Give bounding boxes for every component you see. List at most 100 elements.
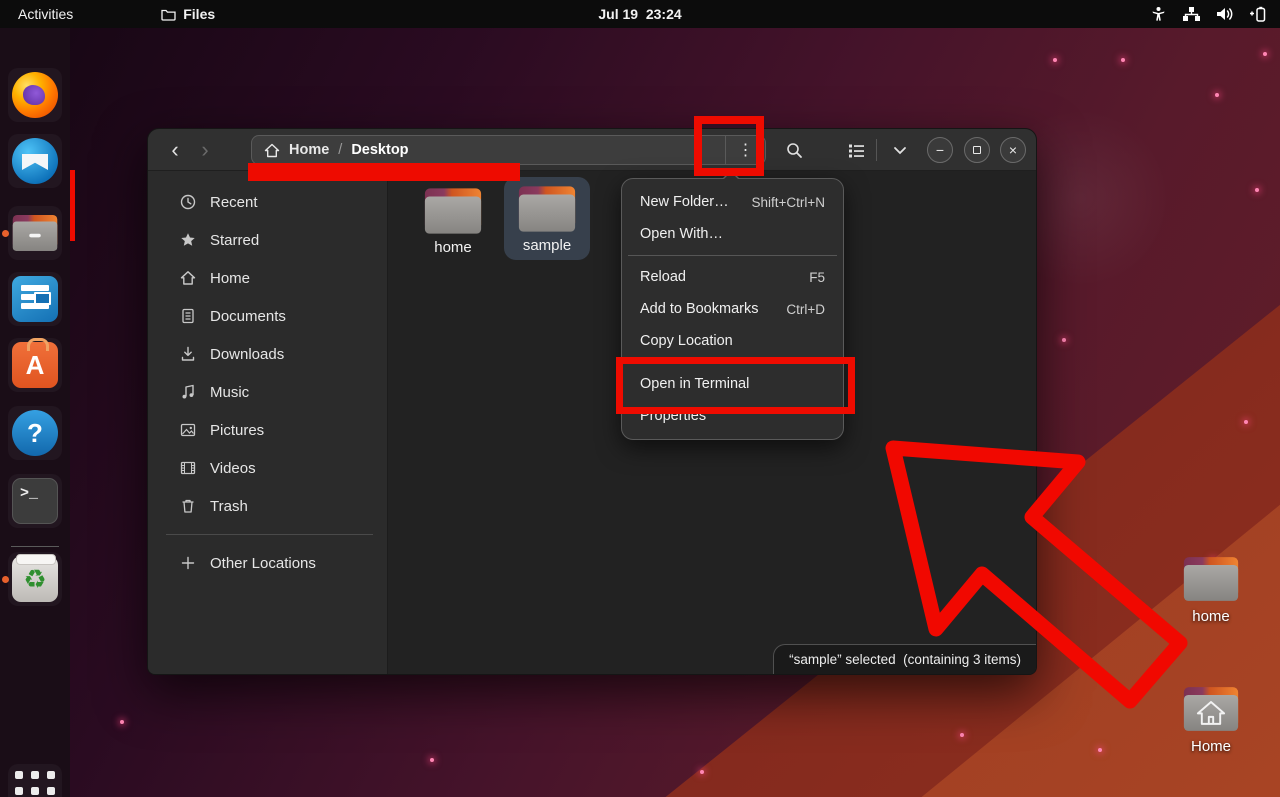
forward-button[interactable]: › [190,135,220,165]
terminal-icon: >_ [12,478,58,524]
dock-item-help[interactable]: ? [8,406,62,460]
menu-accel: Shift+Ctrl+N [751,195,825,210]
sidebar-label: Recent [210,194,258,211]
sidebar-item-recent[interactable]: Recent [154,183,381,221]
sidebar-item-other-locations[interactable]: Other Locations [154,544,381,582]
menu-label: New Folder… [640,194,729,210]
clock[interactable]: Jul 19 23:24 [598,0,681,28]
menu-label: Reload [640,269,686,285]
view-options-button[interactable] [884,134,916,166]
dock-item-firefox[interactable] [8,68,62,122]
search-icon [786,142,803,159]
menu-item-add-to-bookmarks[interactable]: Add to Bookmarks Ctrl+D [622,293,843,325]
wallpaper-star [1244,420,1248,424]
menu-item-reload[interactable]: Reload F5 [622,261,843,293]
wallpaper-star [1062,338,1066,342]
download-icon [180,346,196,362]
sidebar-label: Other Locations [210,555,316,572]
battery-icon [1249,6,1266,23]
ubuntu-desktop: Activities Files Jul 19 23:24 [0,0,1280,797]
chevron-down-icon [893,146,907,155]
close-button[interactable]: × [1000,137,1026,163]
wallpaper-star [1255,188,1259,192]
plus-icon [180,555,196,571]
menu-item-properties[interactable]: Properties [622,400,843,432]
help-icon: ? [12,410,58,456]
sidebar-item-videos[interactable]: Videos [154,449,381,487]
sidebar-label: Documents [210,308,286,325]
file-label: home [434,239,472,256]
home-folder-icon [1183,686,1239,732]
sidebar-item-home[interactable]: Home [154,259,381,297]
file-item-sample-selected[interactable]: sample [504,177,590,260]
menu-label: Properties [640,408,706,424]
folder-icon [1183,556,1239,602]
trash-icon [180,498,196,514]
sidebar-label: Home [210,270,250,287]
back-button[interactable]: ‹ [160,135,190,165]
sidebar-item-pictures[interactable]: Pictures [154,411,381,449]
folder-icon [424,187,482,235]
activities-label: Activities [18,6,73,22]
menu-label: Add to Bookmarks [640,301,758,317]
path-menu-button[interactable]: ⋮ [725,136,765,164]
menu-item-new-folder[interactable]: New Folder… Shift+Ctrl+N [622,186,843,218]
breadcrumb-home[interactable]: Home [289,142,329,158]
dock-item-app-grid[interactable] [8,764,62,797]
system-tray[interactable] [1144,0,1272,28]
document-icon [180,308,196,324]
wallpaper-star [1053,58,1057,62]
menu-label: Copy Location [640,333,733,349]
menu-separator [628,362,837,363]
music-icon [180,384,196,400]
menu-label: Open With… [640,226,723,242]
wallpaper-star [120,720,124,724]
sidebar-item-trash[interactable]: Trash [154,487,381,525]
dock-item-terminal[interactable]: >_ [8,474,62,528]
activities-button[interactable]: Activities [0,0,91,28]
thunderbird-icon [12,138,58,184]
gnome-top-bar: Activities Files Jul 19 23:24 [0,0,1280,28]
star-icon [180,232,196,248]
focused-app-menu[interactable]: Files [147,0,229,28]
minimize-button[interactable]: − [927,137,953,163]
wallpaper-star [1263,52,1267,56]
trash-dock-icon: ♻ [12,556,58,602]
sidebar-label: Music [210,384,249,401]
maximize-button[interactable] [964,137,990,163]
files-app-icon [161,8,176,21]
accessibility-icon [1150,6,1167,23]
maximize-icon [973,146,981,154]
sidebar-item-downloads[interactable]: Downloads [154,335,381,373]
list-view-icon [848,143,865,158]
desktop-icon-home-folder[interactable]: home [1181,556,1241,625]
search-button[interactable] [778,134,810,166]
sidebar-item-music[interactable]: Music [154,373,381,411]
sidebar-label: Downloads [210,346,284,363]
view-toggle-button[interactable] [840,134,872,166]
file-item-home[interactable]: home [410,179,496,262]
sidebar: Recent Starred Home [148,171,388,674]
files-icon [12,214,58,252]
menu-accel: Ctrl+D [786,302,825,317]
sidebar-label: Starred [210,232,259,249]
dock-item-files[interactable] [8,206,62,260]
sidebar-label: Pictures [210,422,264,439]
menu-accel: F5 [809,270,825,285]
dock-item-ubuntu-software[interactable]: A [8,338,62,392]
sidebar-item-starred[interactable]: Starred [154,221,381,259]
dock-item-trash[interactable]: ♻ [8,552,62,606]
dock: A ? >_ ♻ [0,28,70,797]
breadcrumb: Home / Desktop [252,142,725,158]
menu-item-open-in-terminal[interactable]: Open in Terminal [622,368,843,400]
menu-item-open-with[interactable]: Open With… [622,218,843,250]
dock-item-thunderbird[interactable] [8,134,62,188]
desktop-icon-Home-folder[interactable]: Home [1181,686,1241,755]
sidebar-item-documents[interactable]: Documents [154,297,381,335]
dock-item-libreoffice-writer[interactable] [8,272,62,326]
menu-item-copy-location[interactable]: Copy Location [622,325,843,357]
breadcrumb-desktop[interactable]: Desktop [351,142,408,158]
dock-separator [11,546,59,547]
sidebar-separator [166,534,373,535]
status-bar: “sample” selected (containing 3 items) [773,644,1036,674]
